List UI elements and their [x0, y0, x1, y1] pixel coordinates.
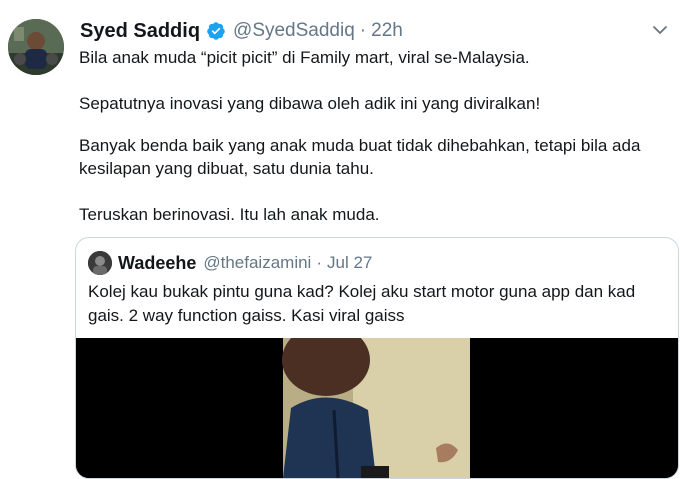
- quoted-avatar[interactable]: [88, 251, 112, 275]
- tweet-text-paragraph: Bila anak muda “picit picit” di Family m…: [79, 48, 530, 67]
- separator-dot: ·: [359, 20, 367, 41]
- quoted-separator-dot: ·: [316, 253, 322, 272]
- tweet-text-paragraph: Sepatutnya inovasi yang dibawa oleh adik…: [79, 94, 541, 113]
- avatar[interactable]: [8, 19, 64, 75]
- quoted-handle[interactable]: @thefaizamini: [203, 253, 311, 273]
- handle[interactable]: @SyedSaddiq: [233, 20, 355, 42]
- quoted-timestamp[interactable]: Jul 27: [327, 253, 372, 273]
- tweet-header: Syed Saddiq @SyedSaddiq · 22h: [80, 17, 403, 45]
- quoted-tweet-text: Kolej kau bukak pintu guna kad? Kolej ak…: [88, 282, 636, 325]
- quoted-tweet[interactable]: Wadeehe @thefaizamini · Jul 27 Kolej kau…: [75, 237, 679, 479]
- tweet-card: Syed Saddiq @SyedSaddiq · 22h Bila anak …: [0, 0, 680, 479]
- quoted-tweet-header: Wadeehe @thefaizamini · Jul 27: [88, 250, 372, 276]
- chevron-down-icon[interactable]: [650, 20, 670, 40]
- quoted-display-name[interactable]: Wadeehe: [118, 253, 196, 274]
- verified-badge-icon: [206, 21, 226, 41]
- quoted-video-media[interactable]: [76, 324, 678, 478]
- tweet-text-paragraph: Teruskan berinovasi. Itu lah anak muda.: [79, 205, 380, 224]
- display-name[interactable]: Syed Saddiq: [80, 20, 200, 43]
- tweet-text-paragraph: Banyak benda baik yang anak muda buat ti…: [79, 136, 641, 178]
- timestamp[interactable]: 22h: [371, 20, 403, 42]
